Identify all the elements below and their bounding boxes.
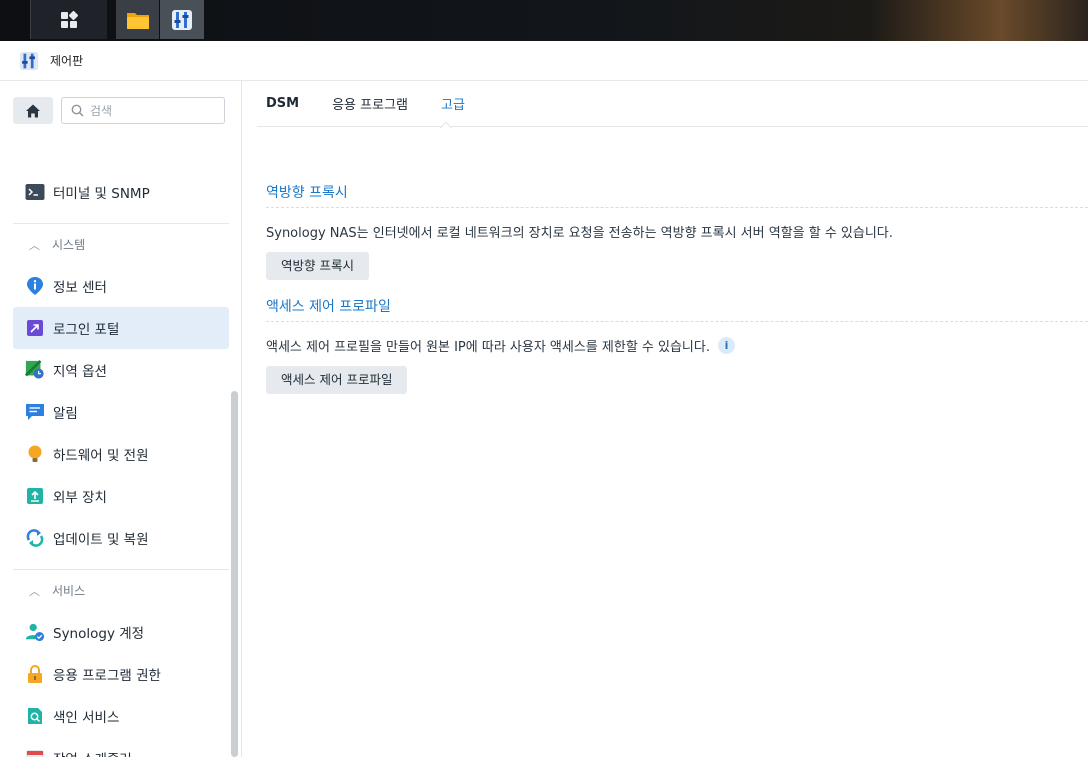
sidebar-item-label: 색인 서비스: [53, 710, 120, 726]
sidebar-item-update-restore[interactable]: 업데이트 및 복원: [13, 517, 229, 559]
sidebar-scrollbar[interactable]: [231, 391, 238, 757]
terminal-icon: [25, 182, 45, 202]
tab-dsm[interactable]: DSM: [257, 81, 299, 127]
info-center-icon: [25, 276, 45, 296]
sidebar-item-external-device[interactable]: 외부 장치: [13, 475, 229, 517]
sidebar-item-label: 업데이트 및 복원: [53, 532, 149, 548]
sidebar-item-index-service[interactable]: 색인 서비스: [13, 695, 229, 737]
calendar-icon: [25, 748, 45, 757]
sidebar-group-label: 서비스: [52, 584, 86, 598]
account-icon: [25, 622, 45, 642]
sidebar-item-label: 외부 장치: [53, 490, 107, 506]
regional-options-icon: [25, 359, 45, 380]
section-access-control-profile: 액세스 제어 프로파일 액세스 제어 프로필을 만들어 원본 IP에 따라 사용…: [266, 296, 1088, 394]
index-service-icon: [25, 706, 45, 726]
lightbulb-icon: [25, 444, 45, 464]
sidebar-group-label: 시스템: [52, 238, 86, 252]
taskbar-control-panel[interactable]: [160, 0, 204, 39]
sidebar-item-label: Synology 계정: [53, 626, 145, 642]
sidebar-item-label: 하드웨어 및 전원: [53, 448, 149, 464]
sidebar-nav: 터미널 및 SNMP ︿ 시스템 정보 센터 로그인 포털 지역 옵션 알림 하…: [13, 171, 229, 757]
sidebar-item-app-privileges[interactable]: 응용 프로그램 권한: [13, 653, 229, 695]
sidebar-item-label: 정보 센터: [53, 280, 107, 296]
sidebar-item-hardware-power[interactable]: 하드웨어 및 전원: [13, 433, 229, 475]
search-box[interactable]: [61, 97, 225, 124]
sidebar-item-synology-account[interactable]: Synology 계정: [13, 611, 229, 653]
sidebar-item-label: 터미널 및 SNMP: [53, 186, 150, 202]
sidebar-group-system[interactable]: ︿ 시스템: [13, 223, 229, 265]
taskbar-divider: [30, 0, 31, 39]
description-text: Synology NAS는 인터넷에서 로컬 네트워크의 장치로 요청을 전송하…: [266, 226, 893, 241]
sidebar: 보안 터미널 및 SNMP ︿ 시스템 정보 센터: [0, 81, 242, 757]
tab-applications[interactable]: 응용 프로그램: [323, 81, 408, 127]
grid-icon: [61, 10, 79, 28]
sidebar-search-row: [13, 97, 225, 124]
main-menu-button[interactable]: [31, 0, 107, 39]
sidebar-item-label: 알림: [53, 406, 78, 422]
sidebar-item-info-center[interactable]: 정보 센터: [13, 265, 229, 307]
update-restore-icon: [25, 528, 45, 548]
main-content: DSM 응용 프로그램 고급 역방향 프록시 Synology NAS는 인터넷…: [243, 81, 1088, 757]
control-panel-window: 제어판 보안: [0, 41, 1088, 757]
access-control-profile-button[interactable]: 액세스 제어 프로파일: [266, 366, 408, 394]
sidebar-item-label: 지역 옵션: [53, 364, 107, 380]
taskbar: [0, 0, 1088, 41]
sidebar-item-label: 로그인 포털: [53, 322, 120, 338]
sidebar-item-login-portal[interactable]: 로그인 포털: [13, 307, 229, 349]
section-description: 액세스 제어 프로필을 만들어 원본 IP에 따라 사용자 액세스를 제한할 수…: [266, 336, 1088, 355]
sidebar-item-regional-options[interactable]: 지역 옵션: [13, 349, 229, 391]
login-portal-icon: [25, 318, 45, 338]
taskbar-file-station[interactable]: [116, 0, 159, 39]
sidebar-item-task-scheduler[interactable]: 작업 스케줄러: [13, 737, 229, 757]
reverse-proxy-button[interactable]: 역방향 프록시: [266, 252, 369, 280]
section-reverse-proxy: 역방향 프록시 Synology NAS는 인터넷에서 로컬 네트워크의 장치로…: [266, 182, 1088, 280]
lock-icon: [25, 664, 45, 684]
sidebar-item-terminal-snmp[interactable]: 터미널 및 SNMP: [13, 171, 229, 213]
control-panel-icon: [19, 51, 39, 70]
external-device-icon: [25, 486, 45, 506]
info-icon[interactable]: i: [717, 337, 735, 354]
window-title: 제어판: [50, 54, 84, 68]
search-input[interactable]: [90, 103, 210, 118]
sidebar-item-notification[interactable]: 알림: [13, 391, 229, 433]
chevron-up-icon: ︿: [29, 584, 40, 598]
section-title: 역방향 프록시: [266, 182, 1088, 208]
tab-advanced[interactable]: 고급: [432, 81, 465, 127]
sidebar-item-security-partial[interactable]: 보안: [13, 161, 229, 171]
tab-bar: DSM 응용 프로그램 고급: [257, 81, 1088, 127]
section-description: Synology NAS는 인터넷에서 로컬 네트워크의 장치로 요청을 전송하…: [266, 222, 1088, 241]
folder-icon: [126, 12, 149, 29]
search-icon: [71, 104, 84, 117]
sidebar-item-label: 작업 스케줄러: [53, 748, 132, 757]
control-panel-icon: [172, 9, 192, 30]
chevron-up-icon: ︿: [29, 238, 40, 252]
window-titlebar[interactable]: 제어판: [0, 41, 1088, 81]
home-icon: [26, 104, 40, 117]
sidebar-group-services[interactable]: ︿ 서비스: [13, 569, 229, 611]
description-text: 액세스 제어 프로필을 만들어 원본 IP에 따라 사용자 액세스를 제한할 수…: [266, 340, 710, 355]
sidebar-item-label: 응용 프로그램 권한: [53, 668, 161, 684]
home-button[interactable]: [13, 97, 53, 124]
section-title: 액세스 제어 프로파일: [266, 296, 1088, 322]
notification-icon: [25, 402, 45, 422]
